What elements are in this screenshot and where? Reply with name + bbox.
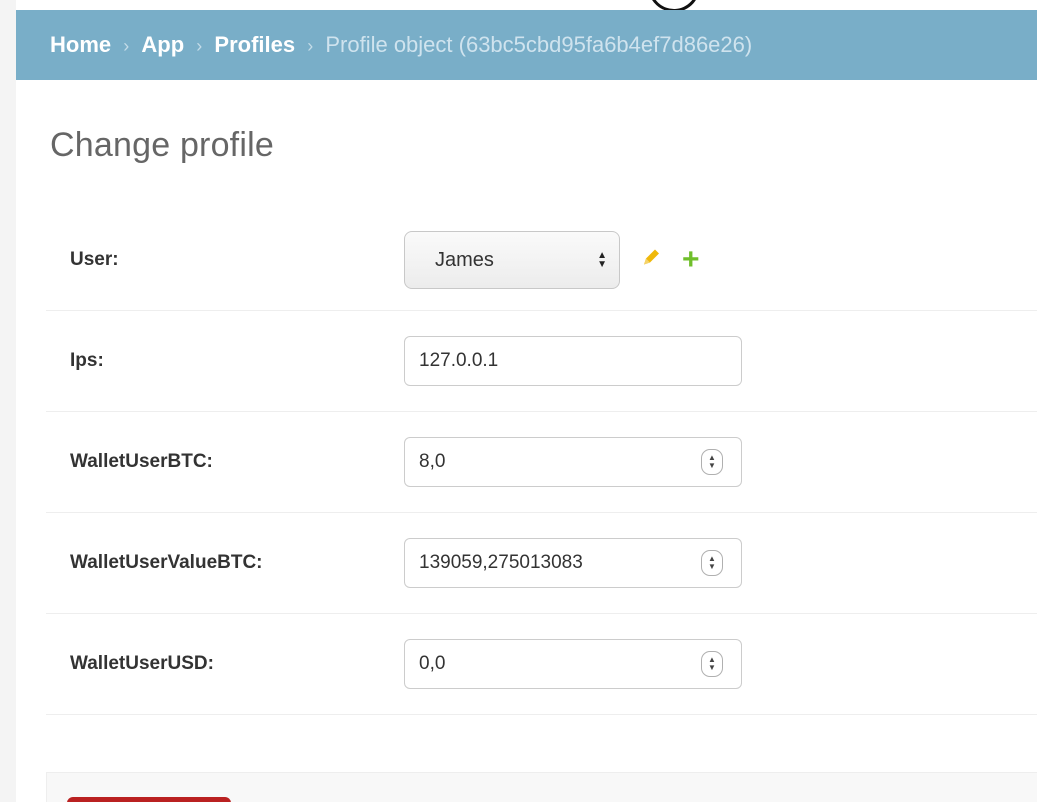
ips-value: 127.0.0.1 bbox=[419, 350, 499, 371]
form-row-wallet-usd: WalletUserUSD: 0,0 ▲ ▼ bbox=[46, 614, 1037, 715]
number-stepper-icon[interactable]: ▲ ▼ bbox=[701, 550, 723, 576]
pencil-icon[interactable] bbox=[640, 247, 662, 274]
plus-icon[interactable]: + bbox=[682, 245, 700, 275]
wallet-value-btc-label: WalletUserValueBTC: bbox=[70, 552, 263, 573]
breadcrumb-separator: › bbox=[307, 36, 314, 56]
breadcrumb-home-link[interactable]: Home bbox=[50, 32, 111, 57]
admin-page: Home › App › Profiles › Profile object (… bbox=[16, 0, 1037, 802]
up-down-arrows-icon: ▲ ▼ bbox=[597, 250, 607, 270]
ips-label: Ips: bbox=[70, 350, 104, 371]
breadcrumb-separator: › bbox=[123, 36, 130, 56]
page-title: Change profile bbox=[50, 126, 274, 164]
wallet-usd-input[interactable]: 0,0 ▲ ▼ bbox=[404, 639, 742, 689]
form-row-wallet-value-btc: WalletUserValueBTC: 139059,275013083 ▲ ▼ bbox=[46, 513, 1037, 614]
header-strip bbox=[16, 0, 1037, 20]
submit-row bbox=[46, 772, 1037, 802]
user-label: User: bbox=[70, 249, 119, 270]
wallet-value-btc-input[interactable]: 139059,275013083 ▲ ▼ bbox=[404, 538, 742, 588]
user-select[interactable]: James ▲ ▼ bbox=[404, 231, 620, 289]
wallet-usd-label: WalletUserUSD: bbox=[70, 653, 214, 674]
ips-input[interactable]: 127.0.0.1 bbox=[404, 336, 742, 386]
user-select-value: James bbox=[435, 249, 494, 271]
form-row-wallet-btc: WalletUserBTC: 8,0 ▲ ▼ bbox=[46, 412, 1037, 513]
change-profile-form: User: James ▲ ▼ + Ips: 127.0.0.1 WalletU… bbox=[46, 210, 1037, 715]
wallet-usd-value: 0,0 bbox=[419, 653, 446, 674]
number-stepper-icon[interactable]: ▲ ▼ bbox=[701, 449, 723, 475]
wallet-btc-label: WalletUserBTC: bbox=[70, 451, 213, 472]
breadcrumb: Home › App › Profiles › Profile object (… bbox=[16, 10, 1037, 80]
delete-button[interactable] bbox=[67, 797, 231, 802]
form-row-user: User: James ▲ ▼ + bbox=[46, 210, 1037, 311]
wallet-value-btc-value: 139059,275013083 bbox=[419, 552, 583, 573]
breadcrumb-profiles-link[interactable]: Profiles bbox=[214, 32, 295, 57]
breadcrumb-separator: › bbox=[196, 36, 203, 56]
number-stepper-icon[interactable]: ▲ ▼ bbox=[701, 651, 723, 677]
breadcrumb-app-link[interactable]: App bbox=[141, 32, 184, 57]
wallet-btc-value: 8,0 bbox=[419, 451, 446, 472]
breadcrumb-current: Profile object (63bc5cbd95fa6b4ef7d86e26… bbox=[325, 32, 753, 57]
form-row-ips: Ips: 127.0.0.1 bbox=[46, 311, 1037, 412]
wallet-btc-input[interactable]: 8,0 ▲ ▼ bbox=[404, 437, 742, 487]
